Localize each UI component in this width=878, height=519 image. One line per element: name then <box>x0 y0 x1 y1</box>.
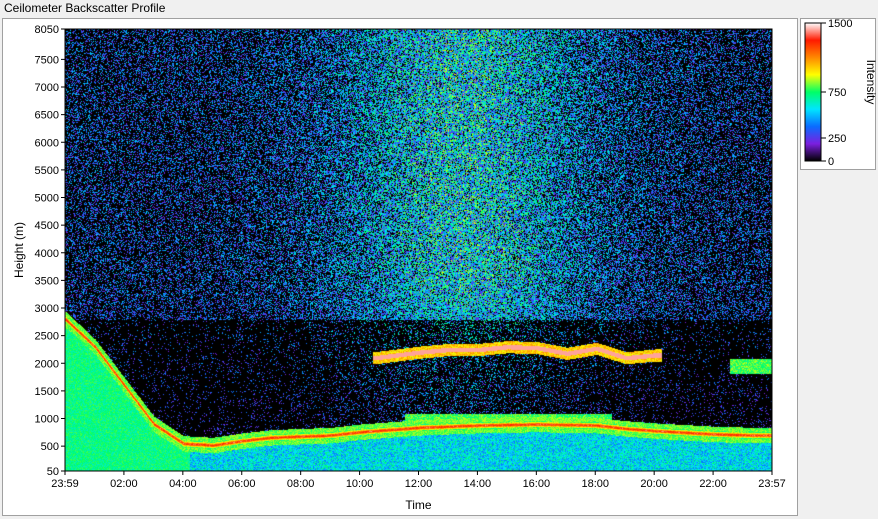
x-tick-label: 23:57 <box>758 478 786 490</box>
y-tick-label: 3500 <box>35 275 59 287</box>
x-tick-label: 16:00 <box>523 478 551 490</box>
y-tick-label: 7000 <box>35 82 59 94</box>
x-tick-label: 02:00 <box>110 478 138 490</box>
x-tick-label: 20:00 <box>640 478 668 490</box>
y-tick-label: 8050 <box>35 24 59 36</box>
colorbar-tick-label: 1500 <box>828 19 852 30</box>
heatmap-image <box>65 29 772 471</box>
colorbar: 0 250 750 1500 Intensity <box>804 19 877 168</box>
colorbar-panel: 0 250 750 1500 Intensity <box>800 18 877 170</box>
y-tick-label: 500 <box>41 441 59 453</box>
y-tick-label: 1000 <box>35 414 59 426</box>
x-tick-label: 08:00 <box>287 478 315 490</box>
x-tick-label: 04:00 <box>169 478 197 490</box>
y-tick-label: 4000 <box>35 248 59 260</box>
y-tick-label: 3000 <box>35 303 59 315</box>
y-tick-label: 6000 <box>35 137 59 149</box>
x-tick-label: 10:00 <box>346 478 374 490</box>
backscatter-heatmap <box>65 29 772 471</box>
chart-frame: 50 500 1000 1500 2000 2500 3000 3500 4000 4500 500… <box>2 18 798 516</box>
chart-title: Ceilometer Backscatter Profile <box>4 1 166 15</box>
y-tick-label: 5000 <box>35 193 59 205</box>
y-tick-label: 5500 <box>35 165 59 177</box>
x-tick-label: 14:00 <box>464 478 492 490</box>
x-tick-label: 12:00 <box>405 478 433 490</box>
y-axis-title: Height (m) <box>12 222 26 278</box>
x-tick-label: 18:00 <box>581 478 609 490</box>
y-tick-label: 2000 <box>35 358 59 370</box>
y-tick-label: 4500 <box>35 220 59 232</box>
colorbar-tick-label: 250 <box>828 133 846 145</box>
x-tick-label: 22:00 <box>699 478 727 490</box>
colorbar-tick-label: 750 <box>828 87 846 99</box>
y-tick-label: 50 <box>47 466 59 478</box>
colorbar-gradient <box>804 22 822 162</box>
colorbar-ticks: 0 250 750 1500 <box>821 19 852 168</box>
y-tick-label: 7500 <box>35 54 59 66</box>
colorbar-title: Intensity <box>864 60 877 105</box>
y-tick-label: 2500 <box>35 331 59 343</box>
x-tick-label: 06:00 <box>228 478 256 490</box>
y-tick-label: 6500 <box>35 110 59 122</box>
plot-area: 50 500 1000 1500 2000 2500 3000 3500 4000 4500 500… <box>12 24 786 512</box>
x-tick-label: 23:59 <box>51 478 79 490</box>
colorbar-tick-label: 0 <box>828 156 834 168</box>
y-tick-label: 1500 <box>35 386 59 398</box>
x-axis-title: Time <box>405 498 432 512</box>
